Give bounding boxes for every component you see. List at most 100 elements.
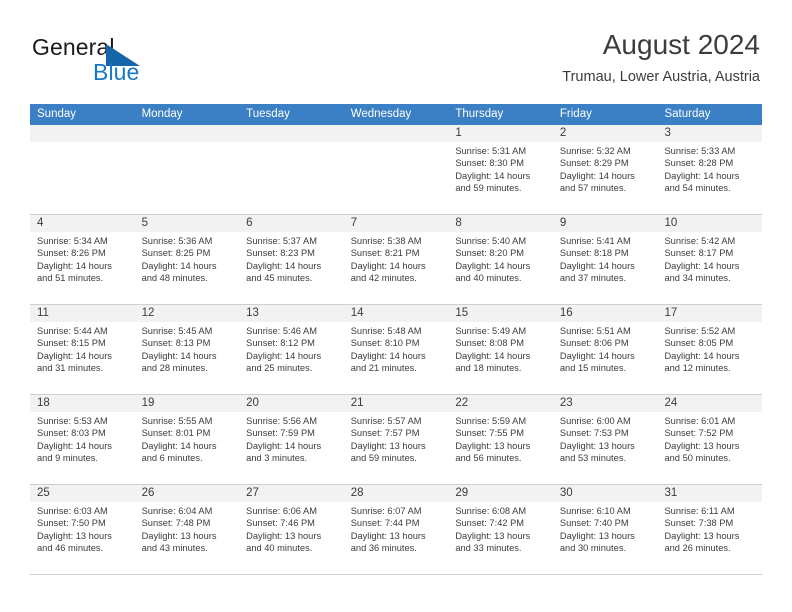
sunrise-time: Sunrise: 5:52 AM bbox=[664, 326, 736, 336]
daylight-duration-line2: and 9 minutes. bbox=[37, 453, 98, 464]
weekday-header-wednesday: Wednesday bbox=[350, 108, 412, 120]
daylight-duration-line1: Daylight: 14 hours bbox=[350, 260, 426, 271]
calendar-day-cell[interactable]: 15 Sunrise: 5:49 AM Sunset: 8:08 PM Dayligh… bbox=[448, 305, 553, 394]
sunset-time: Sunset: 8:13 PM bbox=[141, 338, 211, 349]
day-details: Sunrise: 5:56 AM Sunset: 7:59 PM Daylight:… bbox=[239, 412, 344, 465]
calendar-day-cell[interactable]: 26 Sunrise: 6:04 AM Sunset: 7:48 PM Dayligh… bbox=[134, 485, 240, 574]
calendar-day-cell[interactable]: 3 Sunrise: 5:33 AM Sunset: 8:28 PM Daylight… bbox=[657, 125, 763, 214]
calendar-day-cell[interactable]: 23 Sunrise: 6:00 AM Sunset: 7:53 PM Dayligh… bbox=[552, 395, 658, 484]
daylight-duration-line1: Daylight: 14 hours bbox=[455, 350, 531, 361]
sunrise-time: Sunrise: 6:01 AM bbox=[664, 416, 736, 426]
daylight-duration-line1: Daylight: 14 hours bbox=[350, 350, 426, 361]
calendar-day-cell[interactable]: 2 Sunrise: 5:32 AM Sunset: 8:29 PM Daylight… bbox=[552, 125, 658, 214]
daylight-duration-line2: and 45 minutes. bbox=[246, 273, 313, 284]
sunset-time: Sunset: 7:50 PM bbox=[37, 518, 106, 529]
calendar-day-cell[interactable]: 22 Sunrise: 5:59 AM Sunset: 7:55 PM Dayligh… bbox=[448, 395, 553, 484]
sunrise-time: Sunrise: 5:33 AM bbox=[664, 146, 736, 156]
sunrise-time: Sunrise: 5:37 AM bbox=[246, 236, 317, 246]
sunrise-time: Sunrise: 5:51 AM bbox=[559, 326, 631, 336]
day-details: Sunrise: 5:52 AM Sunset: 8:05 PM Daylight:… bbox=[657, 322, 762, 375]
sunset-time: Sunset: 8:03 PM bbox=[37, 428, 106, 439]
sunrise-time: Sunrise: 5:46 AM bbox=[246, 326, 317, 336]
calendar-day-cell[interactable]: 17 Sunrise: 5:52 AM Sunset: 8:05 PM Dayligh… bbox=[657, 305, 763, 394]
day-number: 4 bbox=[30, 215, 135, 232]
daylight-duration-line1: Daylight: 14 hours bbox=[246, 350, 322, 361]
day-number: 27 bbox=[239, 485, 344, 502]
sunrise-time: Sunrise: 6:06 AM bbox=[246, 506, 317, 516]
sunrise-time: Sunrise: 5:44 AM bbox=[37, 326, 108, 336]
day-number: 3 bbox=[657, 125, 763, 142]
page-header: General Blue August 2024 Trumau, Lower A… bbox=[0, 0, 792, 100]
daylight-duration-line1: Daylight: 14 hours bbox=[37, 440, 112, 451]
calendar-day-cell[interactable]: 7 Sunrise: 5:38 AM Sunset: 8:21 PM Daylight… bbox=[343, 215, 449, 304]
daylight-duration-line1: Daylight: 13 hours bbox=[37, 530, 112, 541]
page-title: August 2024 bbox=[602, 29, 760, 60]
weekday-header-thursday: Thursday bbox=[455, 108, 504, 120]
daylight-duration-line2: and 59 minutes. bbox=[350, 453, 417, 464]
calendar-day-cell[interactable]: 1 Sunrise: 5:31 AM Sunset: 8:30 PM Daylight… bbox=[448, 125, 553, 214]
sunrise-time: Sunrise: 6:00 AM bbox=[559, 416, 631, 426]
calendar-day-cell[interactable]: 18 Sunrise: 5:53 AM Sunset: 8:03 PM Dayligh… bbox=[30, 395, 135, 484]
calendar-day-cell[interactable]: 12 Sunrise: 5:45 AM Sunset: 8:13 PM Dayligh… bbox=[134, 305, 240, 394]
day-number: 30 bbox=[552, 485, 658, 502]
calendar-day-cell[interactable]: 6 Sunrise: 5:37 AM Sunset: 8:23 PM Daylight… bbox=[239, 215, 344, 304]
day-details: Sunrise: 5:38 AM Sunset: 8:21 PM Daylight:… bbox=[344, 232, 449, 285]
daylight-duration-line1: Daylight: 13 hours bbox=[246, 530, 322, 541]
sunset-time: Sunset: 8:05 PM bbox=[664, 338, 734, 349]
sunset-time: Sunset: 8:29 PM bbox=[559, 158, 629, 169]
day-details: Sunrise: 5:33 AM Sunset: 8:28 PM Daylight:… bbox=[657, 142, 762, 195]
sunset-time: Sunset: 8:25 PM bbox=[141, 248, 211, 259]
sunrise-time: Sunrise: 5:49 AM bbox=[455, 326, 527, 336]
calendar-day-cell[interactable]: 30 Sunrise: 6:10 AM Sunset: 7:40 PM Dayligh… bbox=[552, 485, 658, 574]
calendar-day-cell[interactable]: 16 Sunrise: 5:51 AM Sunset: 8:06 PM Dayligh… bbox=[552, 305, 658, 394]
brand-logo[interactable]: General Blue bbox=[32, 34, 262, 86]
day-details: Sunrise: 5:51 AM Sunset: 8:06 PM Daylight:… bbox=[553, 322, 658, 375]
calendar-day-cell[interactable]: 25 Sunrise: 6:03 AM Sunset: 7:50 PM Dayligh… bbox=[30, 485, 135, 574]
daylight-duration-line2: and 40 minutes. bbox=[455, 273, 522, 284]
calendar-day-cell[interactable]: 28 Sunrise: 6:07 AM Sunset: 7:44 PM Dayligh… bbox=[343, 485, 449, 574]
calendar-day-cell[interactable]: 24 Sunrise: 6:01 AM Sunset: 7:52 PM Dayligh… bbox=[657, 395, 763, 484]
calendar-day-cell[interactable]: 13 Sunrise: 5:46 AM Sunset: 8:12 PM Dayligh… bbox=[239, 305, 344, 394]
sunset-time: Sunset: 8:17 PM bbox=[664, 248, 734, 259]
calendar-day-cell[interactable]: 21 Sunrise: 5:57 AM Sunset: 7:57 PM Dayligh… bbox=[343, 395, 449, 484]
daylight-duration-line2: and 37 minutes. bbox=[559, 273, 627, 284]
day-details: Sunrise: 6:10 AM Sunset: 7:40 PM Daylight:… bbox=[553, 502, 658, 555]
daylight-duration-line1: Daylight: 13 hours bbox=[559, 530, 635, 541]
calendar-day-cell[interactable]: 5 Sunrise: 5:36 AM Sunset: 8:25 PM Daylight… bbox=[134, 215, 240, 304]
sunset-time: Sunset: 8:30 PM bbox=[455, 158, 525, 169]
calendar-day-cell[interactable]: 10 Sunrise: 5:42 AM Sunset: 8:17 PM Dayligh… bbox=[657, 215, 763, 304]
calendar-day-cell[interactable]: 19 Sunrise: 5:55 AM Sunset: 8:01 PM Dayligh… bbox=[134, 395, 240, 484]
calendar-day-cell[interactable]: 9 Sunrise: 5:41 AM Sunset: 8:18 PM Daylight… bbox=[552, 215, 658, 304]
daylight-duration-line1: Daylight: 14 hours bbox=[141, 440, 217, 451]
calendar-day-cell[interactable]: 11 Sunrise: 5:44 AM Sunset: 8:15 PM Dayligh… bbox=[30, 305, 135, 394]
daylight-duration-line2: and 6 minutes. bbox=[141, 453, 203, 464]
calendar-week-row: 11 Sunrise: 5:44 AM Sunset: 8:15 PM Dayligh… bbox=[30, 305, 763, 395]
calendar-day-cell[interactable]: 29 Sunrise: 6:08 AM Sunset: 7:42 PM Dayligh… bbox=[448, 485, 553, 574]
day-details: Sunrise: 6:00 AM Sunset: 7:53 PM Daylight:… bbox=[553, 412, 658, 465]
daylight-duration-line2: and 30 minutes. bbox=[559, 543, 627, 554]
day-number: 5 bbox=[134, 215, 240, 232]
day-details: Sunrise: 6:07 AM Sunset: 7:44 PM Daylight:… bbox=[344, 502, 449, 555]
daylight-duration-line2: and 50 minutes. bbox=[664, 453, 731, 464]
calendar-day-cell[interactable]: 14 Sunrise: 5:48 AM Sunset: 8:10 PM Dayligh… bbox=[343, 305, 449, 394]
day-number: 26 bbox=[134, 485, 240, 502]
daylight-duration-line1: Daylight: 13 hours bbox=[455, 440, 531, 451]
calendar-day-cell[interactable]: 8 Sunrise: 5:40 AM Sunset: 8:20 PM Daylight… bbox=[448, 215, 553, 304]
daylight-duration-line2: and 18 minutes. bbox=[455, 363, 522, 374]
day-details: Sunrise: 5:55 AM Sunset: 8:01 PM Daylight:… bbox=[135, 412, 240, 465]
calendar-day-cell[interactable]: 27 Sunrise: 6:06 AM Sunset: 7:46 PM Dayligh… bbox=[239, 485, 344, 574]
calendar-day-cell[interactable]: 4 Sunrise: 5:34 AM Sunset: 8:26 PM Daylight… bbox=[30, 215, 135, 304]
calendar-day-cell-empty bbox=[134, 125, 240, 214]
weekday-header-friday: Friday bbox=[559, 108, 592, 120]
day-details: Sunrise: 6:01 AM Sunset: 7:52 PM Daylight:… bbox=[657, 412, 762, 465]
sunrise-time: Sunrise: 5:32 AM bbox=[559, 146, 631, 156]
day-details: Sunrise: 5:49 AM Sunset: 8:08 PM Daylight:… bbox=[448, 322, 553, 375]
daylight-duration-line1: Daylight: 14 hours bbox=[664, 260, 740, 271]
calendar-day-cell[interactable]: 20 Sunrise: 5:56 AM Sunset: 7:59 PM Dayligh… bbox=[239, 395, 344, 484]
sunrise-time: Sunrise: 6:04 AM bbox=[141, 506, 213, 516]
sunrise-time: Sunrise: 5:38 AM bbox=[350, 236, 422, 246]
day-number bbox=[134, 125, 240, 142]
daylight-duration-line1: Daylight: 14 hours bbox=[559, 260, 635, 271]
sunrise-time: Sunrise: 5:48 AM bbox=[350, 326, 422, 336]
calendar-day-cell[interactable]: 31 Sunrise: 6:11 AM Sunset: 7:38 PM Dayligh… bbox=[657, 485, 763, 574]
